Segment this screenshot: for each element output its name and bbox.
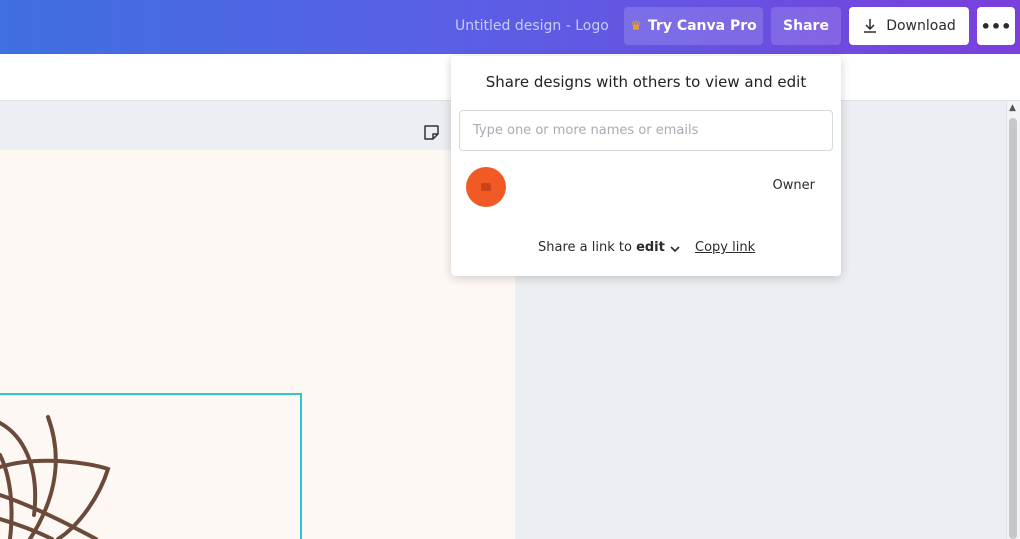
avatar-placeholder-icon <box>481 183 491 191</box>
share-popover: Share designs with others to view and ed… <box>451 56 841 276</box>
more-options-button[interactable]: ••• <box>977 7 1015 45</box>
share-link-prefix: Share a link to <box>538 240 632 255</box>
share-names-input[interactable] <box>459 110 833 151</box>
try-canva-pro-label: Try Canva Pro <box>647 18 757 34</box>
try-canva-pro-button[interactable]: ♛ Try Canva Pro <box>624 7 763 45</box>
chevron-down-icon[interactable] <box>668 243 682 255</box>
member-role: Owner <box>772 178 815 193</box>
share-link-permission[interactable]: Share a link to edit <box>538 240 665 255</box>
download-icon <box>864 19 877 33</box>
share-button[interactable]: Share <box>771 7 841 45</box>
more-icon: ••• <box>980 16 1012 36</box>
share-link-permission-value: edit <box>636 240 665 255</box>
share-link-row: Share a link to edit Copy link <box>451 239 841 259</box>
top-header: Untitled design - Logo ♛ Try Canva Pro S… <box>0 0 1020 54</box>
design-title[interactable]: Untitled design - Logo <box>455 18 609 34</box>
scrollbar-thumb[interactable] <box>1009 118 1017 539</box>
copy-link-button[interactable]: Copy link <box>695 240 755 255</box>
share-popover-title: Share designs with others to view and ed… <box>485 73 807 91</box>
avatar <box>466 167 506 207</box>
download-label: Download <box>886 18 956 34</box>
selection-frame[interactable] <box>0 393 302 539</box>
scroll-up-icon[interactable]: ▲ <box>1009 103 1016 113</box>
download-button[interactable]: Download <box>849 7 969 45</box>
crown-icon: ♛ <box>630 18 642 34</box>
notes-icon[interactable] <box>423 124 440 141</box>
